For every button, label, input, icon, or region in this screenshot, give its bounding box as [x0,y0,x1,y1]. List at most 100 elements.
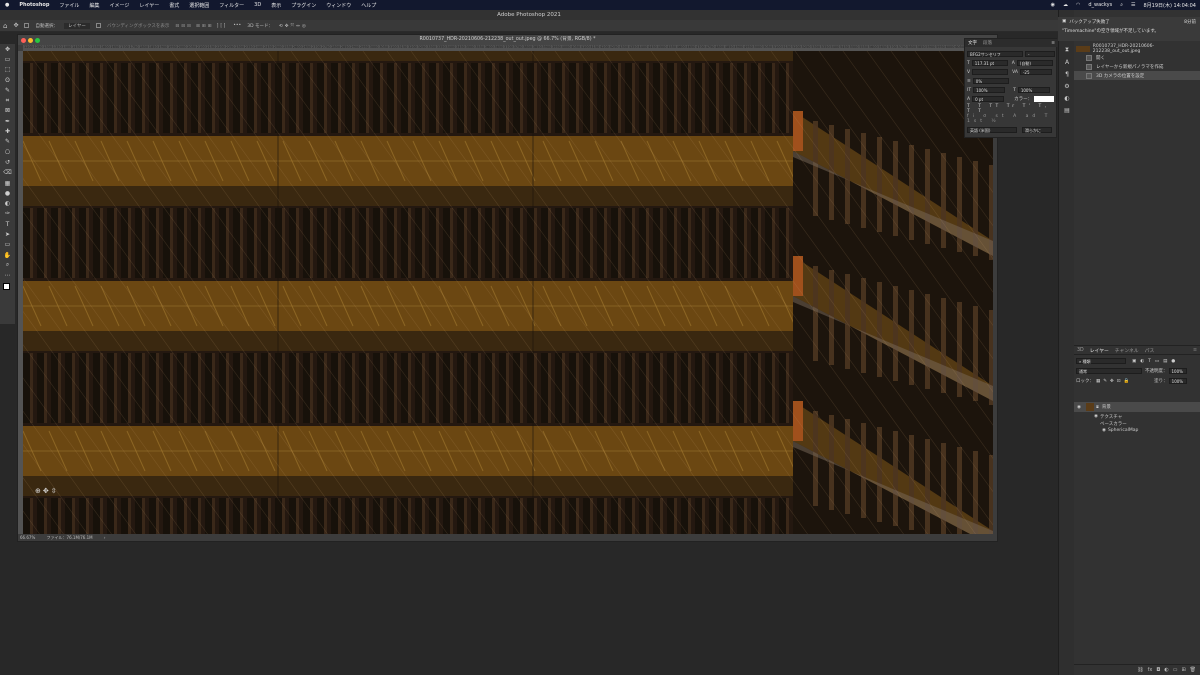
menu-select[interactable]: 選択範囲 [184,2,214,9]
auto-select-checkbox[interactable] [24,23,30,28]
home-icon[interactable]: ⌂ [3,22,7,30]
menu-3d[interactable]: 3D [249,2,266,8]
transform-controls-checkbox[interactable] [95,23,101,28]
user-name[interactable]: d_wackys [1084,2,1116,8]
menu-filter[interactable]: フィルター [214,2,249,9]
layers-menu-icon[interactable]: ≡ [1190,348,1200,353]
minimize-button[interactable] [28,38,33,43]
tab-3d[interactable]: 3D [1074,348,1087,353]
creative-cloud-icon[interactable]: ☁ [1059,2,1072,8]
menu-layer[interactable]: レイヤー [134,2,164,9]
antialias-dropdown[interactable]: 滑らかに [1022,127,1052,133]
tab-channels[interactable]: チャンネル [1112,347,1142,354]
kerning-field[interactable] [972,69,1009,75]
menu-view[interactable]: 表示 [266,2,286,9]
mode3d-icons[interactable]: ⟲✥⤧↔◎ [279,23,308,29]
delete-layer-icon[interactable]: 🗑 [1190,667,1196,673]
auto-select-dropdown[interactable]: レイヤー [63,22,90,29]
lasso-tool-icon[interactable]: ʘ [0,75,15,85]
text-color-swatch[interactable] [1034,96,1055,102]
blur-tool-icon[interactable]: ● [0,188,15,198]
font-family-dropdown[interactable]: BFG2サンセリフ [967,51,1023,57]
layer-name[interactable]: 背景 [1102,404,1111,410]
artboard-tool-icon[interactable]: ▭ [0,54,15,64]
opentype-buttons[interactable]: fi σ st A ad T 1st ½ [967,114,1056,124]
history-item[interactable]: レイヤーから新規パノラマを作成 [1074,62,1200,71]
language-dropdown[interactable]: 英語 (米国) [967,127,1017,133]
layer-row[interactable]: ◉ ⧈ 背景 [1074,402,1200,412]
adjustments-panel-icon[interactable]: ◐ [1059,92,1075,104]
pen-tool-icon[interactable]: ✑ [0,209,15,219]
tab-paragraph[interactable]: 段落 [980,40,995,46]
new-layer-icon[interactable]: ⊞ [1181,667,1185,673]
search-icon[interactable]: ⌕ [1116,2,1127,8]
status-arrow-icon[interactable]: › [104,535,106,540]
opacity-field[interactable]: 100% [1168,368,1187,374]
tab-layers[interactable]: レイヤー [1087,347,1112,354]
paragraph-panel-icon[interactable]: ¶ [1059,68,1075,80]
baseline-field[interactable]: 0 pt [972,96,1005,102]
history-item[interactable]: 開く [1074,53,1200,62]
type-tool-icon[interactable]: T [0,219,15,229]
marquee-tool-icon[interactable]: ⬚ [0,65,15,75]
leading-field[interactable]: (自動) [1016,60,1053,66]
zoom-button[interactable] [35,38,40,43]
move-tool-icon[interactable]: ✥ [13,22,18,29]
spot-heal-tool-icon[interactable]: ✚ [0,126,15,136]
apple-icon[interactable]: ● [0,2,14,8]
history-panel-icon[interactable]: ⧗ [1059,44,1075,56]
visibility-eye-icon[interactable]: ◉ [1102,428,1106,433]
layer-sub-textures[interactable]: ◉ テクスチャ [1074,413,1200,420]
backup-notification[interactable]: ▣ バックアップ失敗了 8分前 "Timemachine"の空き領域が不足してい… [1058,17,1200,41]
font-size-field[interactable]: 117.31 pt [971,60,1008,66]
clone-stamp-tool-icon[interactable]: ⎔ [0,147,15,157]
control-center-icon[interactable]: ☰ [1127,2,1139,8]
layer-filter-icons[interactable]: ▣◐T▭▤● [1132,359,1179,364]
move-tool-icon[interactable]: ✥ [0,44,15,54]
3d-axis-widget[interactable]: ⊕✥⇳ [35,487,59,495]
menu-file[interactable]: ファイル [54,2,84,9]
history-snapshot[interactable]: R0010737_HDR-20210606-212238_out_out.jpe… [1074,44,1200,54]
canvas[interactable]: ⊕✥⇳ [23,51,993,536]
frame-tool-icon[interactable]: ⊠ [0,106,15,116]
close-button[interactable] [21,38,26,43]
status-icon[interactable]: ◉ [1047,2,1059,8]
properties-panel-icon[interactable]: ⚙ [1059,80,1075,92]
rectangle-tool-icon[interactable]: ▭ [0,240,15,250]
wifi-icon[interactable]: ◠ [1072,2,1084,8]
menu-app[interactable]: Photoshop [14,2,54,8]
tsume-field[interactable]: 0% [972,78,1009,84]
vertical-scale-field[interactable]: 100% [973,87,1006,93]
align-icons[interactable]: ⊟⊟⊟ ⊞⊞⊞ ⫿⫿⫿ [175,23,227,29]
quick-select-tool-icon[interactable]: ✎ [0,85,15,95]
mask-icon[interactable]: ◘ [1156,667,1160,673]
menu-window[interactable]: ウィンドウ [321,2,356,9]
gradient-tool-icon[interactable]: ▦ [0,178,15,188]
eyedropper-tool-icon[interactable]: ✒ [0,116,15,126]
visibility-eye-icon[interactable]: ◉ [1074,405,1084,410]
layer-filter-dropdown[interactable]: ⌕ 種類 [1076,358,1126,364]
horizontal-scale-field[interactable]: 100% [1017,87,1050,93]
tracking-field[interactable]: -25 [1019,69,1052,75]
tab-character[interactable]: 文字 [965,40,980,46]
zoom-level[interactable]: 66.67% [20,535,35,540]
libraries-panel-icon[interactable]: ▤ [1059,104,1075,116]
new-group-icon[interactable]: ▭ [1173,667,1178,673]
more-tool-icon[interactable]: ⋯ [0,271,15,281]
adjustment-layer-icon[interactable]: ◐ [1164,667,1168,673]
more-icon[interactable]: ••• [233,23,241,28]
dodge-tool-icon[interactable]: ◐ [0,198,15,208]
lock-icons[interactable]: ▦✎✥⊡🔒 [1096,379,1132,384]
layer-sub-sphericalmap[interactable]: ◉ SphericalMap [1074,427,1200,434]
clock[interactable]: 8月19日(木) 14:04:04 [1140,2,1200,9]
link-layers-icon[interactable]: ⛓ [1137,667,1143,673]
color-swatches[interactable] [0,281,15,297]
blend-mode-dropdown[interactable]: 通常 [1076,368,1142,374]
eraser-tool-icon[interactable]: ⌫ [0,168,15,178]
menu-type[interactable]: 書式 [164,2,184,9]
tab-paths[interactable]: パス [1142,347,1158,354]
panel-menu-icon[interactable]: ≡ [1051,41,1058,46]
zoom-tool-icon[interactable]: ⌕ [0,260,15,270]
history-brush-tool-icon[interactable]: ↺ [0,157,15,167]
menu-help[interactable]: ヘルプ [356,2,381,9]
